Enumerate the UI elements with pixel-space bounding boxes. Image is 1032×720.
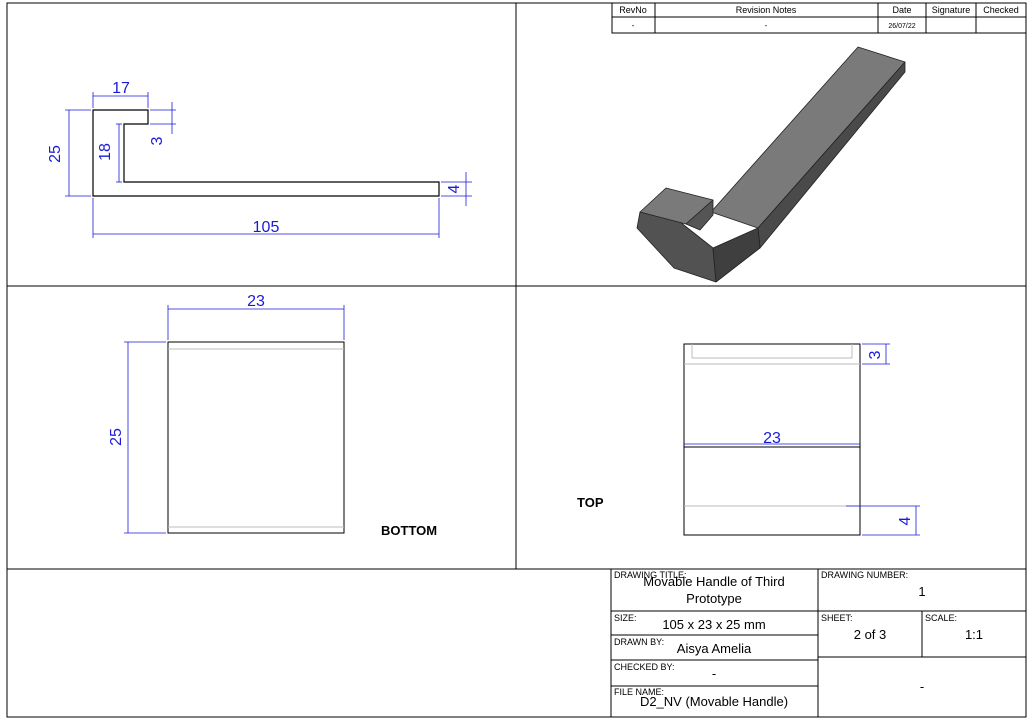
checked-header: Checked <box>983 5 1019 15</box>
revision-notes-value: - <box>765 21 768 30</box>
dim-lip-thickness: 3 <box>149 136 166 145</box>
checked-by-label: CHECKED BY: <box>614 662 675 672</box>
drawing-title-line1: Movable Handle of Third <box>643 574 784 589</box>
drawing-title-line2: Prototype <box>686 591 742 606</box>
bottom-dim-height: 25 <box>108 428 125 446</box>
revno-value: - <box>632 21 635 30</box>
drawn-by-label: DRAWN BY: <box>614 637 664 647</box>
side-profile <box>92 109 440 197</box>
sheet-label: SHEET: <box>821 613 853 623</box>
iso-long-top-face <box>710 46 906 229</box>
bottom-outline <box>167 341 345 534</box>
top-dim-width: 23 <box>763 430 781 447</box>
size-value: 105 x 23 x 25 mm <box>662 617 765 632</box>
revno-header: RevNo <box>619 5 647 15</box>
extra-value: - <box>920 679 924 694</box>
drawing-number-label: DRAWING NUMBER: <box>821 570 908 580</box>
drawing-sheet: RevNo Revision Notes Date Signature Chec… <box>6 2 1027 718</box>
dim-inner-height: 18 <box>97 143 114 161</box>
revision-notes-header: Revision Notes <box>736 5 797 15</box>
top-dim-base: 4 <box>897 516 914 525</box>
revision-table: RevNo Revision Notes Date Signature Chec… <box>611 2 1027 34</box>
sheet-value: 2 of 3 <box>854 627 887 642</box>
top-view: 23 3 4 TOP <box>577 343 920 536</box>
drawing-number: 1 <box>918 584 925 599</box>
size-label: SIZE: <box>614 613 637 623</box>
drawn-by-value: Aisya Amelia <box>677 641 752 656</box>
title-block: DRAWING TITLE: Movable Handle of Third P… <box>610 568 1027 718</box>
dim-base-thickness: 4 <box>446 184 463 193</box>
dim-height: 25 <box>47 145 64 163</box>
scale-label: SCALE: <box>925 613 957 623</box>
side-view: 17 25 18 3 4 105 <box>47 80 472 238</box>
top-view-label: TOP <box>577 495 604 510</box>
bottom-view: 23 25 BOTTOM <box>108 293 437 538</box>
iso-base-side-face <box>712 227 761 283</box>
signature-header: Signature <box>932 5 971 15</box>
top-dim-lip: 3 <box>867 350 884 359</box>
bottom-view-label: BOTTOM <box>381 523 437 538</box>
dim-length: 105 <box>253 219 280 236</box>
file-name-value: D2_NV (Movable Handle) <box>640 694 788 709</box>
date-header: Date <box>892 5 911 15</box>
date-value: 26/07/22 <box>888 23 915 30</box>
checked-by-value: - <box>712 666 716 681</box>
scale-value: 1:1 <box>965 627 983 642</box>
bottom-dim-width: 23 <box>247 293 265 310</box>
dim-lip-width: 17 <box>112 80 130 97</box>
isometric-view <box>636 46 906 283</box>
